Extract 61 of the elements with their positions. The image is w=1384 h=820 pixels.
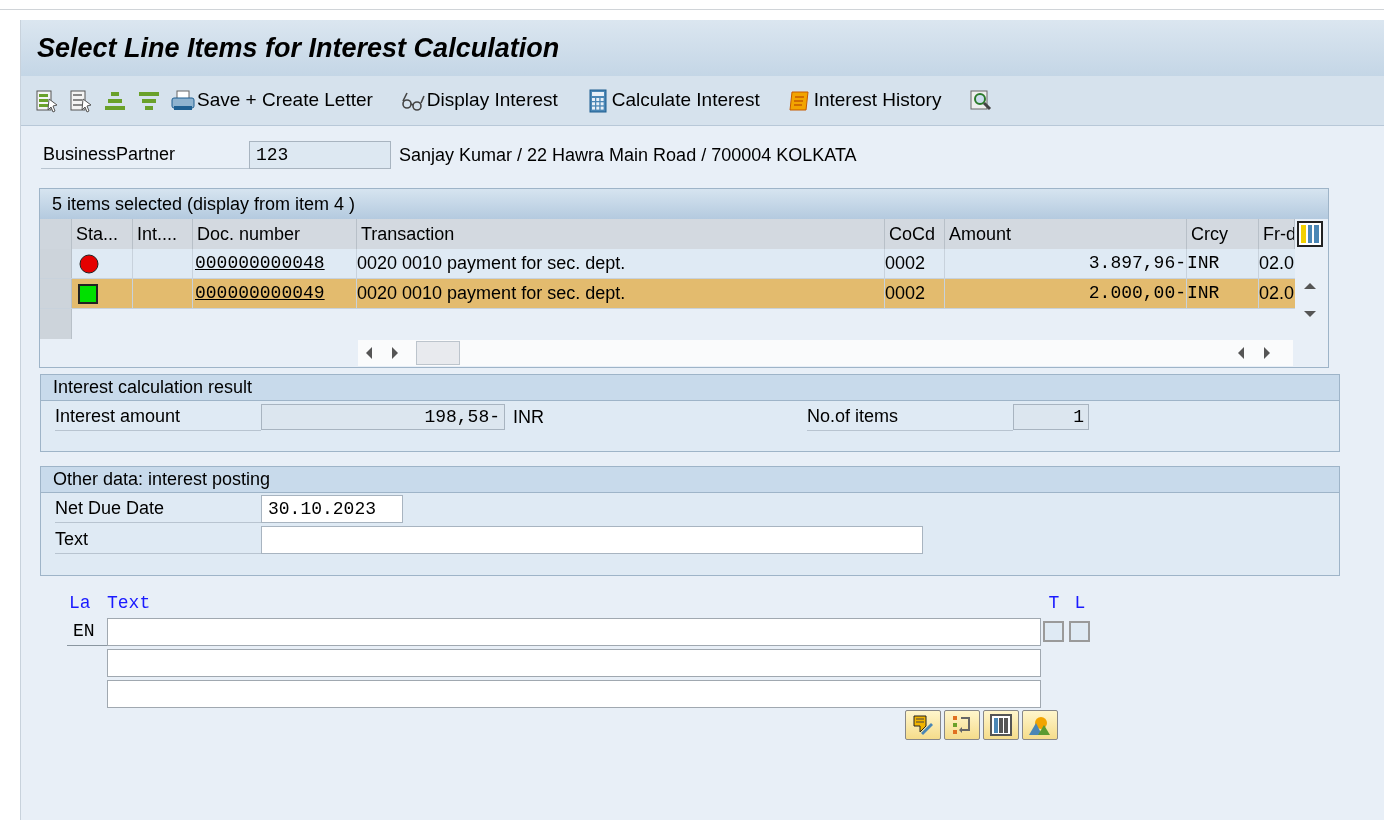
zoom-icon xyxy=(969,88,994,113)
column-header: L xyxy=(1073,591,1087,615)
scroll-left-icon[interactable] xyxy=(1238,347,1244,359)
select-all-icon xyxy=(35,88,59,113)
table-row[interactable]: 000000000048 0020 0010 payment for sec. dept. 0002 3.897,96-INR 02.0 xyxy=(40,249,1295,279)
window-title: Select Line Items for Interest Calculation xyxy=(37,31,560,65)
scroll-right-icon[interactable] xyxy=(1264,347,1270,359)
table-cell-text: 02.0 xyxy=(1259,252,1295,275)
icon-button[interactable] xyxy=(1022,710,1058,740)
document-link[interactable]: 000000000048 xyxy=(195,250,325,277)
table-cell: INR xyxy=(1187,249,1259,278)
toolbar-button[interactable]: Interest History xyxy=(787,86,942,115)
toolbar-icon-button[interactable] xyxy=(969,88,994,113)
scroll-up-icon[interactable] xyxy=(1304,283,1316,289)
text-line-field[interactable] xyxy=(107,617,1041,646)
business-partner-field[interactable]: 123 xyxy=(249,141,391,169)
table-cell: 3.897,96- xyxy=(945,249,1187,278)
column-header: Text xyxy=(107,591,152,615)
document-link[interactable]: 000000000049 xyxy=(195,280,325,307)
table-row[interactable]: 000000000049 0020 0010 payment for sec. dept. 0002 2.000,00-INR 02.0 xyxy=(40,279,1295,309)
scroll-left-icon[interactable] xyxy=(366,347,372,359)
column-header: La xyxy=(68,591,92,615)
interest-amount-field[interactable]: 198,58- xyxy=(261,404,505,430)
section-title: Other data: interest posting xyxy=(53,468,271,491)
toolbar-button[interactable]: Calculate Interest xyxy=(585,86,760,115)
section-title: Interest calculation result xyxy=(53,376,253,399)
icon-button[interactable] xyxy=(983,710,1019,740)
icon-button[interactable] xyxy=(944,710,980,740)
checkbox[interactable] xyxy=(1043,621,1064,642)
toolbar-icon-button[interactable] xyxy=(69,88,93,113)
icon-button[interactable] xyxy=(905,710,941,740)
partner-description: Sanjay Kumar / 22 Hawra Main Road / 700004 KOLKATA xyxy=(399,143,857,167)
toolbar-icon-button[interactable] xyxy=(35,88,59,113)
column-settings-icon[interactable] xyxy=(1297,221,1323,247)
text-field[interactable] xyxy=(261,526,923,554)
toolbar-button[interactable]: Save + Create Letter xyxy=(171,86,373,115)
table-cell: 0020 0010 payment for sec. dept. xyxy=(357,279,885,308)
table-title: 5 items selected (display from item 4 ) xyxy=(52,192,356,216)
columns-icon xyxy=(989,714,1013,736)
scrollbar-thumb[interactable] xyxy=(416,341,460,365)
table-cell: 0002 xyxy=(885,249,945,278)
deselect-all-icon xyxy=(69,88,93,113)
scroll-right-icon[interactable] xyxy=(392,347,398,359)
items-count-field[interactable]: 1 xyxy=(1013,404,1089,430)
table-cell-text: 02.0 xyxy=(1259,282,1295,305)
due-date-field[interactable]: 30.10.2023 xyxy=(261,495,403,523)
table-cell: 0002 xyxy=(885,279,945,308)
scroll-down-icon[interactable] xyxy=(1304,311,1316,317)
table-cell: 2.000,00- xyxy=(945,279,1187,308)
column-header: T xyxy=(1047,591,1061,615)
table-cell: 0020 0010 payment for sec. dept. xyxy=(357,249,885,278)
checkbox[interactable] xyxy=(1069,621,1090,642)
landscape-icon xyxy=(1028,714,1052,736)
edit-icon xyxy=(911,714,935,736)
toolbar-button[interactable]: Display Interest xyxy=(400,86,558,115)
text-line-field[interactable] xyxy=(107,679,1041,708)
scroll-icon xyxy=(787,88,812,113)
text-line-field[interactable] xyxy=(107,648,1041,677)
printer-icon xyxy=(171,88,195,113)
currency-text: INR xyxy=(513,405,545,429)
table-cell: INR xyxy=(1187,279,1259,308)
